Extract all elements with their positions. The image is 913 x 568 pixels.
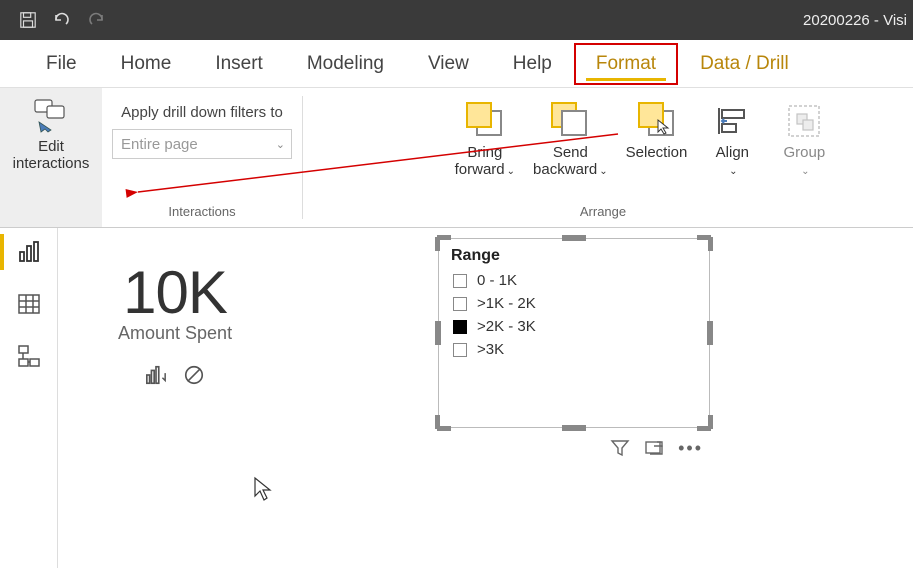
group-button[interactable]: Group⌄ xyxy=(773,100,835,180)
sidebar-data-view[interactable] xyxy=(15,290,43,318)
filter-icon[interactable] xyxy=(610,439,630,457)
chevron-down-icon: ⌄ xyxy=(276,138,285,151)
focus-mode-icon[interactable] xyxy=(644,439,664,457)
resize-handle[interactable] xyxy=(697,235,711,240)
sidebar-model-view[interactable] xyxy=(15,342,43,370)
apply-filters-select[interactable]: Entire page ⌄ xyxy=(112,129,292,159)
slicer-item[interactable]: 0 - 1K xyxy=(439,269,709,292)
sidebar xyxy=(0,228,58,568)
slicer-item-label: >1K - 2K xyxy=(477,295,536,312)
send-backward-button[interactable]: Sendbackward⌄ xyxy=(529,100,612,180)
checkbox-icon[interactable] xyxy=(453,297,467,311)
window-title: 20200226 - Visi xyxy=(803,12,913,29)
align-button[interactable]: Align⌄ xyxy=(701,100,763,180)
no-interaction-icon[interactable] xyxy=(182,364,206,388)
bring-forward-icon xyxy=(466,102,504,140)
send-backward-icon xyxy=(551,102,589,140)
arrange-group: Bringforward⌄ Sendbackward⌄ Selection xyxy=(303,88,913,227)
card-value: 10K xyxy=(118,258,232,327)
slicer-visual[interactable]: Range 0 - 1K>1K - 2K>2K - 3K>3K ••• xyxy=(438,238,710,428)
slicer-item-label: >2K - 3K xyxy=(477,318,536,335)
canvas[interactable]: 10K Amount Spent xyxy=(58,228,913,568)
tab-file[interactable]: File xyxy=(24,43,99,85)
checkbox-icon[interactable] xyxy=(453,274,467,288)
slicer-item[interactable]: >2K - 3K xyxy=(439,315,709,338)
save-icon[interactable] xyxy=(18,10,38,30)
bring-forward-button[interactable]: Bringforward⌄ xyxy=(451,100,519,180)
tab-view[interactable]: View xyxy=(406,43,491,85)
edit-interactions-label: Editinteractions xyxy=(13,138,90,173)
apply-filters-label: Apply drill down filters to xyxy=(121,104,283,121)
card-label: Amount Spent xyxy=(118,323,232,344)
redo-icon[interactable] xyxy=(86,10,106,30)
title-bar: 20200226 - Visi xyxy=(0,0,913,40)
checkbox-icon[interactable] xyxy=(453,343,467,357)
slicer-item-label: >3K xyxy=(477,341,504,358)
group-icon xyxy=(785,102,823,140)
arrange-group-label: Arrange xyxy=(580,202,626,223)
resize-handle[interactable] xyxy=(437,426,451,431)
more-options-icon[interactable]: ••• xyxy=(678,443,703,453)
tab-data-drill[interactable]: Data / Drill xyxy=(678,43,811,85)
resize-handle[interactable] xyxy=(697,426,711,431)
slicer-item-label: 0 - 1K xyxy=(477,272,517,289)
sidebar-report-view[interactable] xyxy=(15,238,43,266)
resize-handle[interactable] xyxy=(707,321,713,345)
checkbox-icon[interactable] xyxy=(453,320,467,334)
tab-home[interactable]: Home xyxy=(99,43,194,85)
tab-help[interactable]: Help xyxy=(491,43,574,85)
slicer-item[interactable]: >1K - 2K xyxy=(439,292,709,315)
resize-handle[interactable] xyxy=(437,235,451,240)
align-icon xyxy=(713,102,751,140)
selection-icon xyxy=(638,102,676,140)
cursor-icon xyxy=(253,476,273,502)
filter-interaction-icon[interactable] xyxy=(144,364,168,388)
slicer-item[interactable]: >3K xyxy=(439,338,709,361)
apply-filters-value: Entire page xyxy=(121,136,198,153)
edit-interactions-button[interactable]: Editinteractions xyxy=(0,88,102,227)
tab-modeling[interactable]: Modeling xyxy=(285,43,406,85)
resize-handle[interactable] xyxy=(562,425,586,431)
slicer-title: Range xyxy=(439,239,709,269)
menu-tabs: File Home Insert Modeling View Help Form… xyxy=(0,40,913,88)
selection-button[interactable]: Selection xyxy=(622,100,692,180)
interactions-group-label: Interactions xyxy=(168,202,235,223)
resize-handle[interactable] xyxy=(435,321,441,345)
tab-insert[interactable]: Insert xyxy=(193,43,285,85)
interactions-group: Apply drill down filters to Entire page … xyxy=(102,88,302,227)
card-visual[interactable]: 10K Amount Spent xyxy=(118,258,232,388)
resize-handle[interactable] xyxy=(562,235,586,241)
tab-format[interactable]: Format xyxy=(574,43,678,85)
undo-icon[interactable] xyxy=(52,10,72,30)
workspace: 10K Amount Spent xyxy=(0,228,913,568)
ribbon: Editinteractions Apply drill down filter… xyxy=(0,88,913,228)
